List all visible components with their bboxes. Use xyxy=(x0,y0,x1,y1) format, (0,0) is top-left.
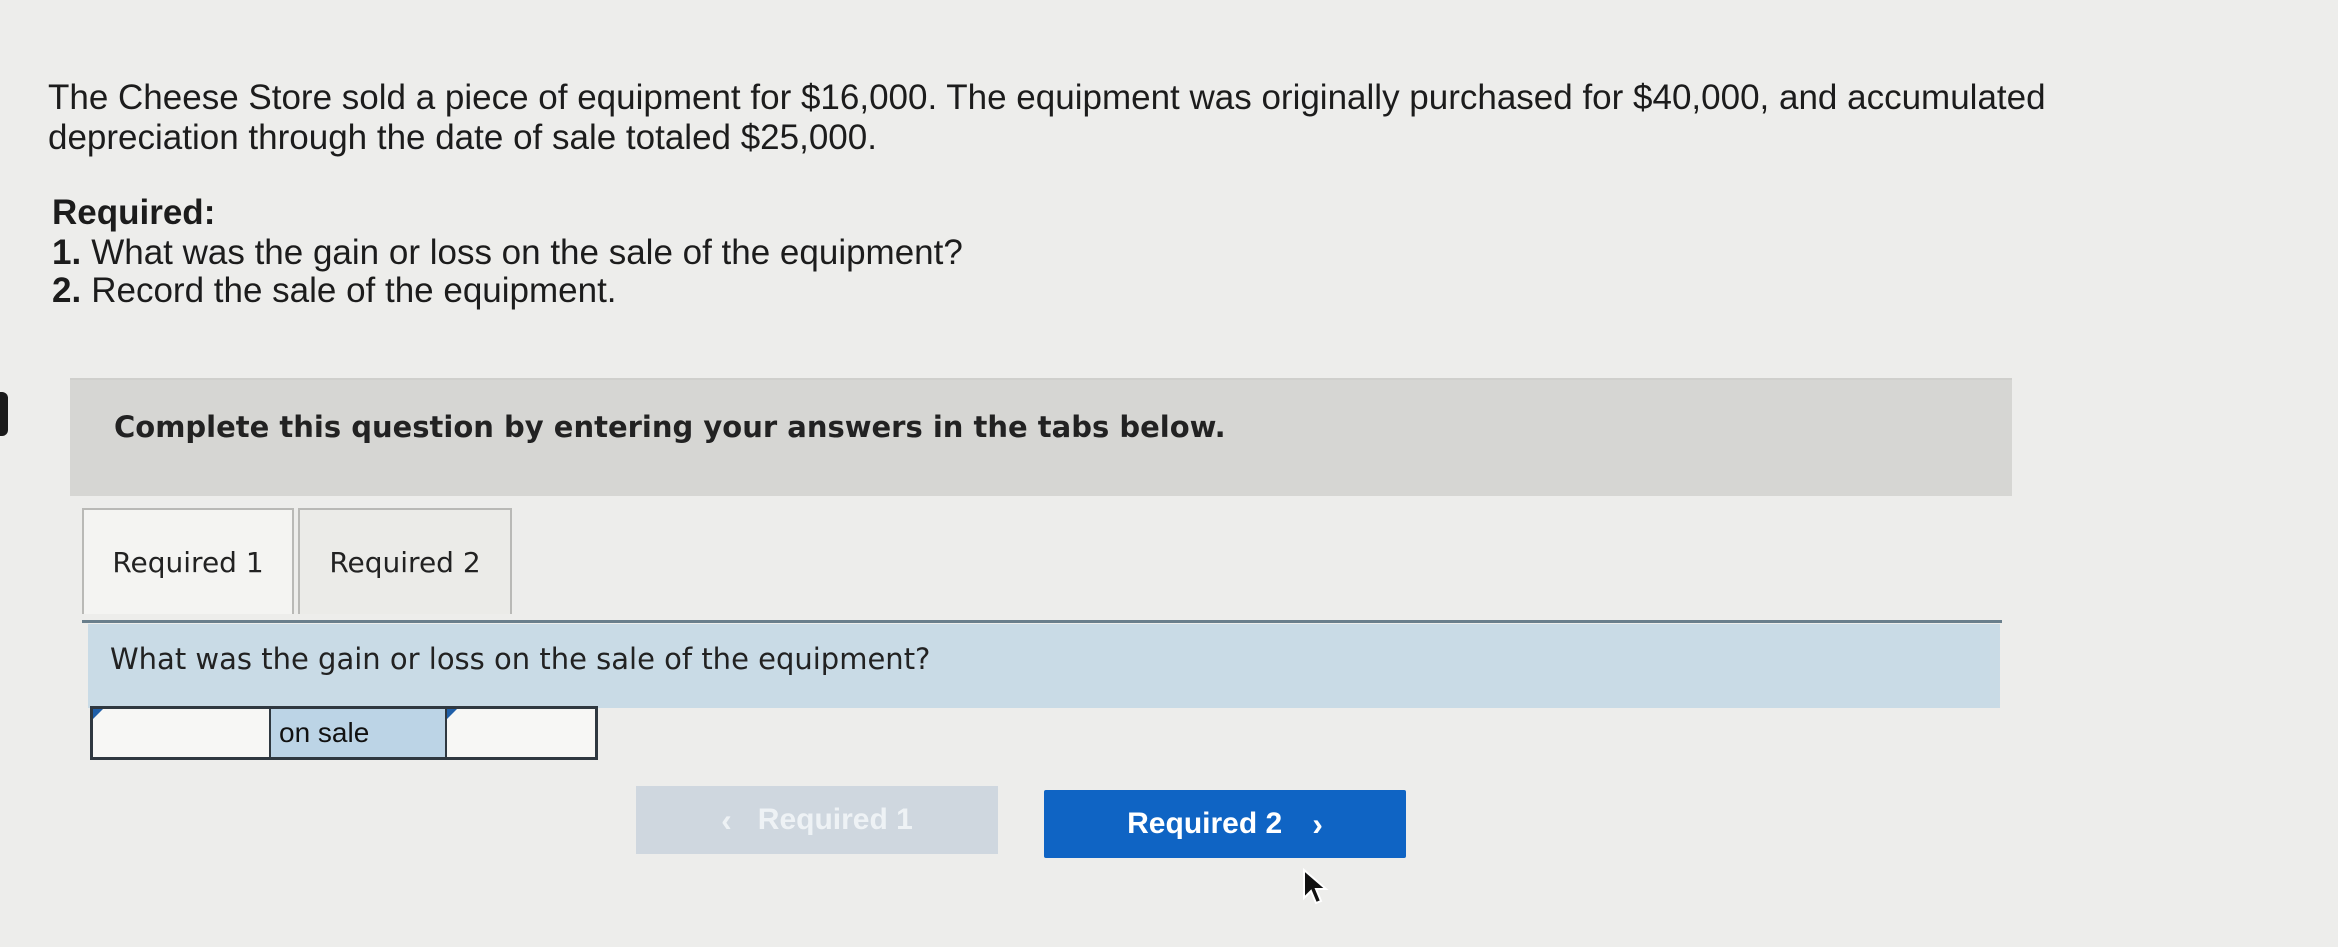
tab-label: Required 1 xyxy=(112,545,264,579)
required-item: 2. Record the sale of the equipment. xyxy=(52,272,963,310)
instruction-panel: Complete this question by entering your … xyxy=(70,378,2012,496)
answer-row: on sale xyxy=(90,706,598,760)
window-edge-handle xyxy=(0,392,8,436)
next-required-button[interactable]: Required 2 › xyxy=(1044,790,1406,858)
question-text: What was the gain or loss on the sale of… xyxy=(110,642,931,676)
instruction-text: Complete this question by entering your … xyxy=(114,410,1226,444)
question-bar: What was the gain or loss on the sale of… xyxy=(88,624,2000,708)
required-item-text: What was the gain or loss on the sale of… xyxy=(91,233,963,272)
required-item-text: Record the sale of the equipment. xyxy=(91,271,617,310)
required-item-number: 1. xyxy=(52,233,82,272)
prev-button-label: Required 1 xyxy=(757,803,913,836)
prev-required-button[interactable]: ‹ Required 1 xyxy=(636,786,998,854)
next-button-label: Required 2 xyxy=(1127,807,1283,840)
chevron-right-icon: › xyxy=(1312,806,1323,842)
dropdown-indicator-icon xyxy=(93,709,103,719)
gain-loss-dropdown[interactable] xyxy=(93,709,271,757)
problem-text: The Cheese Store sold a piece of equipme… xyxy=(48,78,2046,157)
mouse-cursor-icon xyxy=(1303,868,1329,905)
amount-input[interactable] xyxy=(447,709,595,757)
chevron-left-icon: ‹ xyxy=(721,802,732,838)
problem-statement: The Cheese Store sold a piece of equipme… xyxy=(48,78,2188,158)
required-item: 1. What was the gain or loss on the sale… xyxy=(52,234,963,272)
tab-required-1[interactable]: Required 1 xyxy=(82,508,294,614)
input-indicator-icon xyxy=(447,709,457,719)
tab-divider xyxy=(82,620,2002,623)
required-section: Required: 1. What was the gain or loss o… xyxy=(52,194,963,310)
tab-required-2[interactable]: Required 2 xyxy=(298,508,512,614)
required-title: Required: xyxy=(52,193,216,232)
answer-label: on sale xyxy=(271,709,447,757)
tab-label: Required 2 xyxy=(329,545,481,579)
required-item-number: 2. xyxy=(52,271,82,310)
